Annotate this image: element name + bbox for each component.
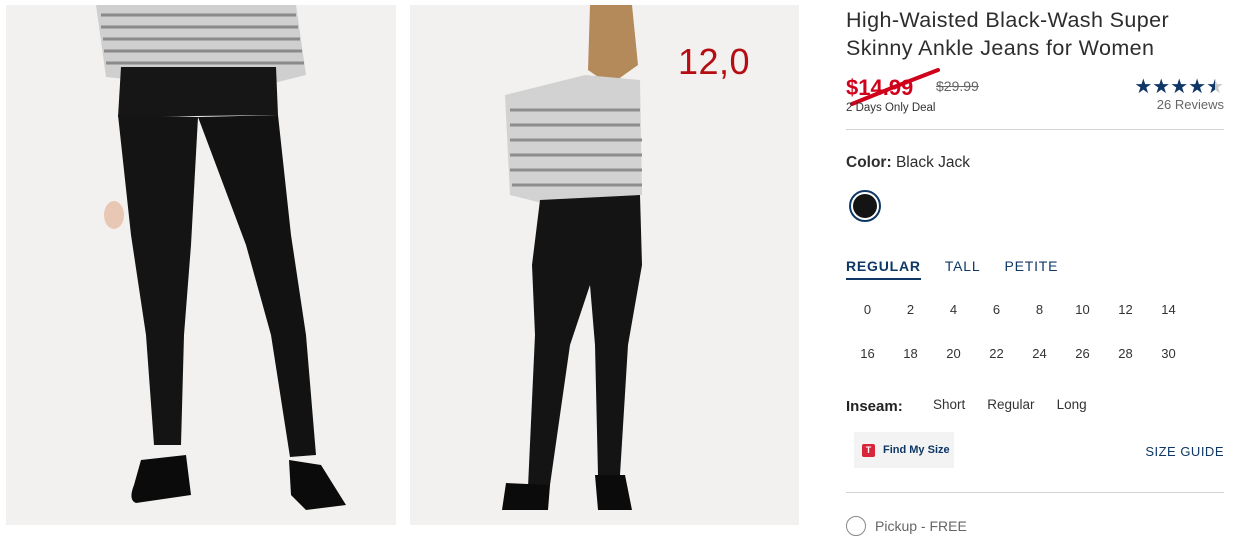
deal-text: 2 Days Only Deal	[846, 102, 936, 114]
product-info-panel: High-Waisted Black-Wash Super Skinny Ank…	[846, 0, 1224, 536]
size-option[interactable]: 16	[846, 342, 889, 366]
size-option[interactable]: 26	[1061, 342, 1104, 366]
size-guide-link[interactable]: SIZE GUIDE	[1145, 444, 1224, 459]
star-icon: ★	[1188, 76, 1207, 98]
size-option[interactable]: 2	[889, 298, 932, 322]
original-price: $29.99	[936, 78, 979, 94]
tab-tall[interactable]: TALL	[945, 258, 981, 280]
product-image-back[interactable]: 12,0	[410, 5, 799, 525]
jeans-back-illustration	[410, 5, 799, 525]
find-my-size-label: Find My Size	[883, 444, 950, 456]
star-icon: ★	[1134, 76, 1153, 98]
divider	[846, 129, 1224, 130]
inseam-option-regular[interactable]: Regular	[987, 397, 1034, 412]
size-option[interactable]: 14	[1147, 298, 1190, 322]
pickup-option[interactable]: Pickup - FREE	[846, 516, 967, 536]
color-label: Color: Black Jack	[846, 154, 970, 172]
size-option[interactable]: 30	[1147, 342, 1190, 366]
rating-stars[interactable]: ★★★★★	[1134, 74, 1224, 99]
color-swatch-black[interactable]	[849, 190, 881, 222]
color-value: Black Jack	[895, 154, 971, 171]
pickup-radio[interactable]	[846, 516, 866, 536]
size-option[interactable]: 4	[932, 298, 975, 322]
size-option[interactable]: 18	[889, 342, 932, 366]
inseam-option-long[interactable]: Long	[1057, 397, 1087, 412]
inseam-options: Short Regular Long	[933, 397, 1109, 412]
product-title: High-Waisted Black-Wash Super Skinny Ank…	[846, 8, 1170, 60]
divider	[846, 492, 1224, 493]
tab-regular[interactable]: REGULAR	[846, 258, 921, 280]
product-image-front[interactable]	[6, 5, 396, 525]
find-my-size-button[interactable]: T Find My Size	[854, 432, 954, 468]
color-label-key: Color:	[846, 154, 892, 171]
size-option[interactable]: 0	[846, 298, 889, 322]
star-icon: ★	[1152, 76, 1171, 98]
pickup-label: Pickup - FREE	[875, 518, 967, 534]
size-option[interactable]: 8	[1018, 298, 1061, 322]
tab-petite[interactable]: PETITE	[1004, 258, 1058, 280]
size-option[interactable]: 24	[1018, 342, 1061, 366]
size-grid: 0 2 4 6 8 10 12 14 16 18 20 22 24 26 28 30	[846, 298, 1196, 366]
inseam-label: Inseam:	[846, 398, 903, 415]
size-option[interactable]: 10	[1061, 298, 1104, 322]
size-option[interactable]: 28	[1104, 342, 1147, 366]
fit-tabs: REGULAR TALL PETITE	[846, 258, 1082, 280]
reviews-link[interactable]: 26 Reviews	[1157, 97, 1224, 112]
sale-price: $14.99	[846, 75, 914, 100]
jeans-front-illustration	[6, 5, 396, 525]
swatch-fill	[853, 194, 877, 218]
size-option[interactable]: 22	[975, 342, 1018, 366]
star-half-icon: ★	[1206, 76, 1224, 98]
true-fit-icon: T	[862, 443, 875, 457]
size-option[interactable]: 6	[975, 298, 1018, 322]
inseam-option-short[interactable]: Short	[933, 397, 965, 412]
size-option[interactable]: 20	[932, 342, 975, 366]
size-option[interactable]: 12	[1104, 298, 1147, 322]
star-icon: ★	[1170, 76, 1189, 98]
overlay-number: 12,0	[678, 41, 751, 82]
